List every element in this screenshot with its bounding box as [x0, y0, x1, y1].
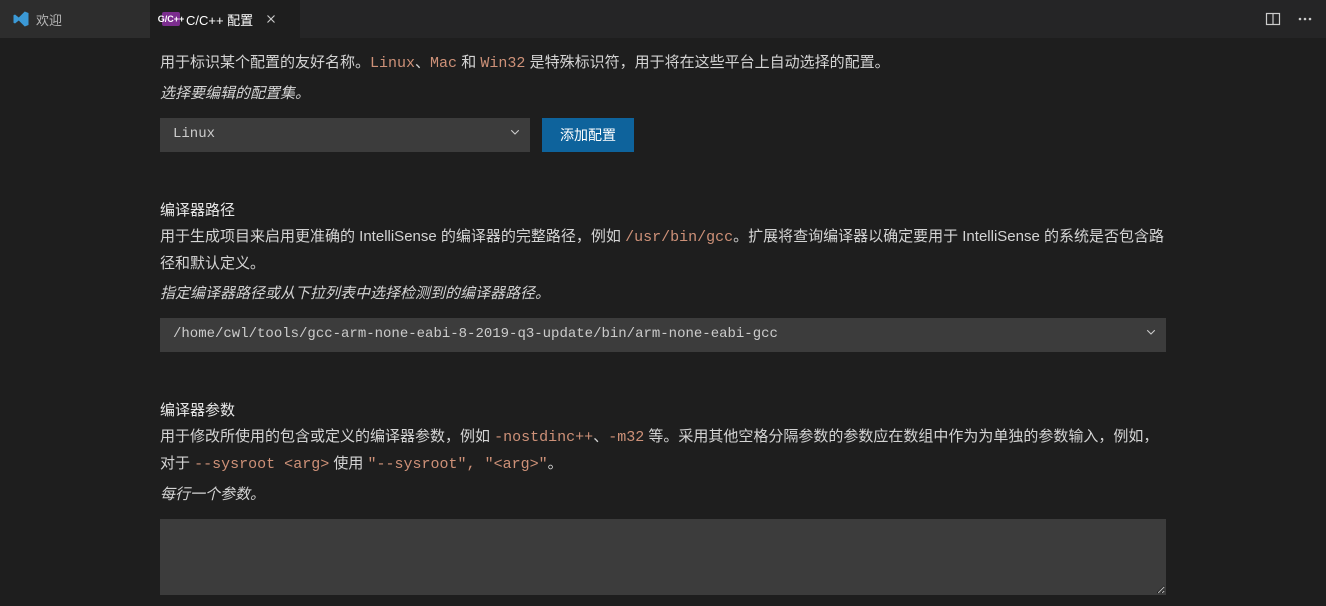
- vscode-icon: [12, 10, 30, 28]
- code-sysroot-array: "--sysroot", "<arg>": [368, 456, 548, 473]
- text: 用于标识某个配置的友好名称。: [160, 54, 370, 71]
- config-select-value: Linux: [173, 122, 215, 147]
- compiler-path-description: 用于生成项目来启用更准确的 IntelliSense 的编译器的完整路径，例如 …: [160, 224, 1166, 278]
- code-gcc-path: /usr/bin/gcc: [625, 229, 733, 246]
- more-actions-icon[interactable]: [1296, 10, 1314, 28]
- compiler-path-hint: 指定编译器路径或从下拉列表中选择检测到的编译器路径。: [160, 281, 1166, 307]
- text: 、: [415, 54, 430, 71]
- text: 用于生成项目来启用更准确的 IntelliSense 的编译器的完整路径，例如: [160, 228, 625, 245]
- text: 用于修改所使用的包含或定义的编译器参数，例如: [160, 428, 494, 445]
- tab-welcome[interactable]: 欢迎: [0, 0, 150, 38]
- compiler-args-description: 用于修改所使用的包含或定义的编译器参数，例如 -nostdinc++、-m32 …: [160, 424, 1166, 479]
- compiler-args-title: 编译器参数: [160, 398, 1166, 424]
- tab-bar-actions: [1252, 0, 1326, 38]
- text: 。: [548, 455, 563, 472]
- code-nostdinc: -nostdinc++: [494, 429, 593, 446]
- code-win32: Win32: [480, 55, 525, 72]
- text: 使用: [329, 455, 367, 472]
- config-name-description: 用于标识某个配置的友好名称。Linux、Mac 和 Win32 是特殊标识符，用…: [160, 50, 1166, 77]
- code-m32: -m32: [608, 429, 644, 446]
- code-mac: Mac: [430, 55, 457, 72]
- close-icon[interactable]: [263, 11, 279, 27]
- text: 、: [593, 428, 608, 445]
- code-sysroot: --sysroot <arg>: [194, 456, 329, 473]
- cpp-icon: G/C++: [162, 12, 180, 26]
- chevron-down-icon: [509, 122, 521, 147]
- tab-cpp-config[interactable]: G/C++ C/C++ 配置: [150, 0, 300, 38]
- config-select[interactable]: Linux: [160, 118, 530, 152]
- text: 是特殊标识符，用于将在这些平台上自动选择的配置。: [525, 54, 889, 71]
- tab-label: C/C++ 配置: [186, 10, 253, 29]
- tab-bar-spacer: [300, 0, 1252, 38]
- add-config-button[interactable]: 添加配置: [542, 118, 634, 152]
- chevron-down-icon: [1145, 322, 1157, 347]
- compiler-path-select[interactable]: /home/cwl/tools/gcc-arm-none-eabi-8-2019…: [160, 318, 1166, 352]
- code-linux: Linux: [370, 55, 415, 72]
- content-area: 用于标识某个配置的友好名称。Linux、Mac 和 Win32 是特殊标识符，用…: [0, 38, 1326, 606]
- compiler-path-title: 编译器路径: [160, 198, 1166, 224]
- compiler-args-hint: 每行一个参数。: [160, 482, 1166, 508]
- compiler-path-value: /home/cwl/tools/gcc-arm-none-eabi-8-2019…: [173, 322, 778, 347]
- split-editor-icon[interactable]: [1264, 10, 1282, 28]
- tab-label: 欢迎: [36, 10, 62, 29]
- text: 和: [457, 54, 480, 71]
- tab-bar: 欢迎 G/C++ C/C++ 配置: [0, 0, 1326, 38]
- compiler-args-textarea[interactable]: [160, 519, 1166, 595]
- config-name-hint: 选择要编辑的配置集。: [160, 81, 1166, 107]
